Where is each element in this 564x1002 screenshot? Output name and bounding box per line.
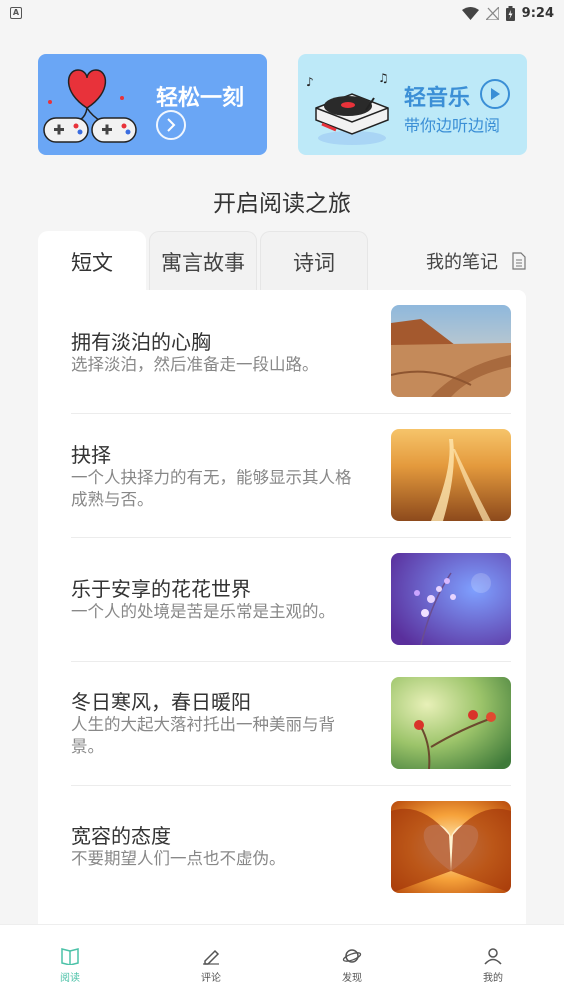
- music-banner-subtitle: 带你边听边阅: [404, 116, 501, 135]
- svg-text:♫: ♫: [378, 71, 389, 85]
- document-icon: [512, 252, 526, 270]
- notification-icon: A: [10, 7, 22, 19]
- book-icon: [61, 948, 79, 965]
- article-thumbnail: [391, 677, 511, 769]
- list-item[interactable]: 抉择 一个人抉择力的有无，能够显示其人格成熟与否。: [71, 414, 511, 538]
- article-title: 抉择: [71, 443, 111, 467]
- article-title: 冬日寒风，春日暖阳: [71, 690, 251, 714]
- article-title: 乐于安享的花花世界: [71, 577, 251, 601]
- article-title: 拥有淡泊的心胸: [71, 330, 211, 354]
- article-title: 宽容的态度: [71, 824, 171, 848]
- list-item[interactable]: 冬日寒风，春日暖阳 人生的大起大落衬托出一种美丽与背景。: [71, 662, 511, 786]
- clock: 9:24: [521, 5, 554, 21]
- article-desc: 人生的大起大落衬托出一种美丽与背景。: [71, 715, 335, 756]
- heart-gamepad-illustration: [43, 69, 137, 143]
- nav-read[interactable]: 阅读: [40, 947, 100, 984]
- article-desc: 一个人抉择力的有无，能够显示其人格成熟与否。: [71, 468, 352, 509]
- list-item[interactable]: 宽容的态度 不要期望人们一点也不虚伪。: [71, 786, 511, 910]
- article-desc: 不要期望人们一点也不虚伪。: [71, 849, 286, 868]
- bottom-nav: 阅读 评论 发现 我的: [0, 924, 564, 1002]
- no-signal-icon: [485, 6, 499, 20]
- relax-banner[interactable]: 轻松一刻: [38, 54, 267, 155]
- svg-text:♪: ♪: [306, 75, 314, 89]
- nav-discover[interactable]: 发现: [322, 947, 382, 984]
- tab-fables[interactable]: 寓言故事: [149, 231, 257, 291]
- nav-mine-label: 我的: [483, 973, 503, 984]
- nav-discover-label: 发现: [342, 973, 362, 984]
- my-notes-label: 我的笔记: [426, 252, 498, 273]
- relax-banner-title: 轻松一刻: [156, 86, 245, 111]
- article-thumbnail: [391, 429, 511, 521]
- battery-icon: [505, 5, 515, 21]
- music-banner[interactable]: ♪ ♫ 轻音乐 带你边听边阅: [298, 54, 527, 155]
- nav-read-label: 阅读: [60, 973, 80, 984]
- list-item[interactable]: 拥有淡泊的心胸 选择淡泊，然后准备走一段山路。: [71, 290, 511, 414]
- article-desc: 选择淡泊，然后准备走一段山路。: [71, 355, 319, 374]
- tab-short-essay[interactable]: 短文: [38, 231, 146, 291]
- planet-icon: [342, 949, 362, 963]
- nav-mine[interactable]: 我的: [463, 947, 523, 984]
- nav-comment[interactable]: 评论: [181, 947, 241, 984]
- article-thumbnail: [391, 553, 511, 645]
- section-title: 开启阅读之旅: [213, 191, 351, 217]
- nav-comment-label: 评论: [201, 973, 221, 984]
- list-item[interactable]: 乐于安享的花花世界 一个人的处境是苦是乐常是主观的。: [71, 538, 511, 662]
- article-list: 拥有淡泊的心胸 选择淡泊，然后准备走一段山路。 抉择 一个人抉择力的有无，能够显…: [38, 290, 526, 924]
- article-desc: 一个人的处境是苦是乐常是主观的。: [71, 602, 335, 621]
- article-thumbnail: [391, 305, 511, 397]
- my-notes-link[interactable]: 我的笔记: [426, 231, 526, 291]
- chevron-right-icon[interactable]: [156, 110, 186, 140]
- music-banner-title: 轻音乐: [404, 86, 471, 111]
- turntable-illustration: ♪ ♫: [306, 71, 389, 145]
- article-thumbnail: [391, 801, 511, 893]
- wifi-icon: [461, 6, 479, 20]
- pen-icon: [203, 949, 220, 965]
- tab-poetry[interactable]: 诗词: [260, 231, 368, 291]
- play-icon[interactable]: [480, 79, 510, 109]
- status-bar: A 9:24: [0, 0, 564, 26]
- category-tabs: 短文 寓言故事 诗词 我的笔记: [38, 231, 526, 291]
- user-icon: [484, 948, 502, 965]
